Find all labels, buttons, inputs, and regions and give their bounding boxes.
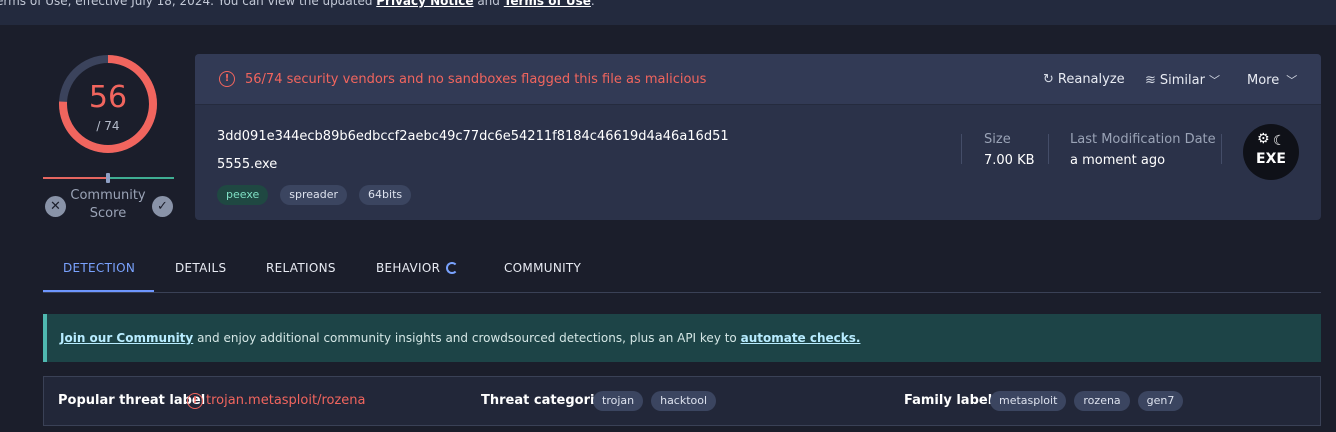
detection-alert: 56/74 security vendors and no sandboxes … [245, 72, 707, 87]
threat-categories-label: Threat categories [481, 393, 612, 408]
family-metasploit[interactable]: metasploit [990, 391, 1067, 411]
family-rozena[interactable]: rozena [1074, 391, 1130, 411]
tab-community[interactable]: COMMUNITY [504, 261, 581, 275]
file-hash[interactable]: 3dd091e344ecb89b6edbccf2aebc49c77dc6e542… [217, 129, 729, 144]
category-hacktool[interactable]: hacktool [651, 391, 717, 411]
tag-peexe[interactable]: peexe [217, 185, 269, 205]
automate-checks-link[interactable]: automate checks. [741, 331, 861, 345]
active-tab-indicator [43, 290, 154, 292]
family-gen7[interactable]: gen7 [1137, 391, 1184, 411]
score-detected: 56 [88, 80, 128, 115]
join-community-link[interactable]: Join our Community [60, 331, 193, 345]
file-type-label: EXE [1256, 151, 1286, 167]
file-name: 5555.exe [217, 157, 278, 172]
community-score-bar [43, 173, 174, 183]
loading-spinner-icon [446, 262, 459, 274]
popular-threat-value[interactable]: trojan.metasploit/rozena [206, 393, 366, 408]
privacy-notice-link[interactable]: Privacy Notice [376, 0, 473, 8]
similar-label: Similar [1159, 73, 1205, 88]
banner-text-middle: and enjoy additional community insights … [193, 331, 741, 345]
community-banner: Join our Community and enjoy additional … [43, 314, 1321, 362]
reanalyze-icon: ↻ [1043, 72, 1054, 87]
divider [1048, 134, 1049, 164]
size-value: 7.00 KB [984, 153, 1035, 168]
terms-of-use-link[interactable]: Terms of Use [504, 0, 591, 8]
family-labels-label: Family labels [904, 393, 1000, 408]
file-summary-card: ! 56/74 security vendors and no sandboxe… [195, 54, 1321, 220]
reanalyze-button[interactable]: ↻ Reanalyze [1043, 72, 1125, 87]
similar-icon: ≋ [1145, 73, 1156, 88]
threat-alert-icon: ! [187, 393, 203, 409]
chevron-down-icon: ﹀ [1208, 74, 1220, 87]
threat-summary: Popular threat label ! trojan.metasploit… [43, 376, 1321, 426]
card-header: ! 56/74 security vendors and no sandboxe… [195, 54, 1321, 105]
vote-harmless-icon[interactable]: ✓ [152, 196, 173, 217]
community-bar-marker [106, 173, 110, 183]
notice-bar: erms of Use, effective July 18, 2024. Yo… [0, 0, 1336, 25]
category-trojan[interactable]: trojan [593, 391, 644, 411]
vote-harmful-icon[interactable]: ✕ [45, 196, 66, 217]
more-button[interactable]: More ﹀ [1247, 72, 1297, 88]
chevron-down-icon: ﹀ [1286, 74, 1298, 87]
family-labels: metasploit rozena gen7 [990, 391, 1184, 411]
community-label-line-2: Score [89, 206, 127, 221]
community-label-line-1: Community [70, 188, 146, 203]
banner-text: Join our Community and enjoy additional … [60, 331, 860, 345]
tab-behavior-label: BEHAVIOR [376, 261, 441, 275]
community-score-label: Community Score [67, 187, 149, 223]
alert-icon: ! [219, 71, 235, 87]
notice-text-end: . [590, 0, 595, 8]
modified-value: a moment ago [1070, 153, 1166, 168]
popular-threat-label: Popular threat label [58, 393, 206, 408]
community-bar-positive [110, 177, 174, 179]
reanalyze-label: Reanalyze [1057, 72, 1125, 87]
notice-text: erms of Use, effective July 18, 2024. Yo… [0, 0, 595, 8]
divider [1221, 134, 1222, 164]
score-total: / 74 [96, 119, 120, 133]
score-gauge: 56 / 74 [56, 52, 160, 156]
report-tabs: DETECTION DETAILS RELATIONS BEHAVIOR COM… [43, 250, 1321, 293]
file-type-icon: ⚙ ☾ EXE [1243, 124, 1299, 180]
tab-details[interactable]: DETAILS [175, 261, 226, 275]
tag-64bits[interactable]: 64bits [359, 185, 412, 205]
file-tags: peexe spreader 64bits [217, 185, 412, 205]
tag-spreader[interactable]: spreader [280, 185, 348, 205]
tab-detection[interactable]: DETECTION [63, 261, 135, 275]
similar-button[interactable]: ≋ Similar ﹀ [1145, 72, 1220, 88]
gear-icon: ⚙ [1257, 131, 1270, 147]
size-label: Size [984, 132, 1011, 147]
notice-text-and: and [473, 0, 504, 8]
community-bar-negative [43, 177, 107, 179]
divider [961, 134, 962, 164]
more-label: More [1247, 73, 1280, 88]
threat-categories: trojan hacktool [593, 391, 717, 411]
tab-relations[interactable]: RELATIONS [266, 261, 336, 275]
modified-label: Last Modification Date [1070, 132, 1216, 147]
cog-arm-icon: ☾ [1273, 133, 1286, 149]
notice-text-start: erms of Use, effective July 18, 2024. Yo… [0, 0, 377, 8]
tab-behavior[interactable]: BEHAVIOR [376, 261, 459, 275]
